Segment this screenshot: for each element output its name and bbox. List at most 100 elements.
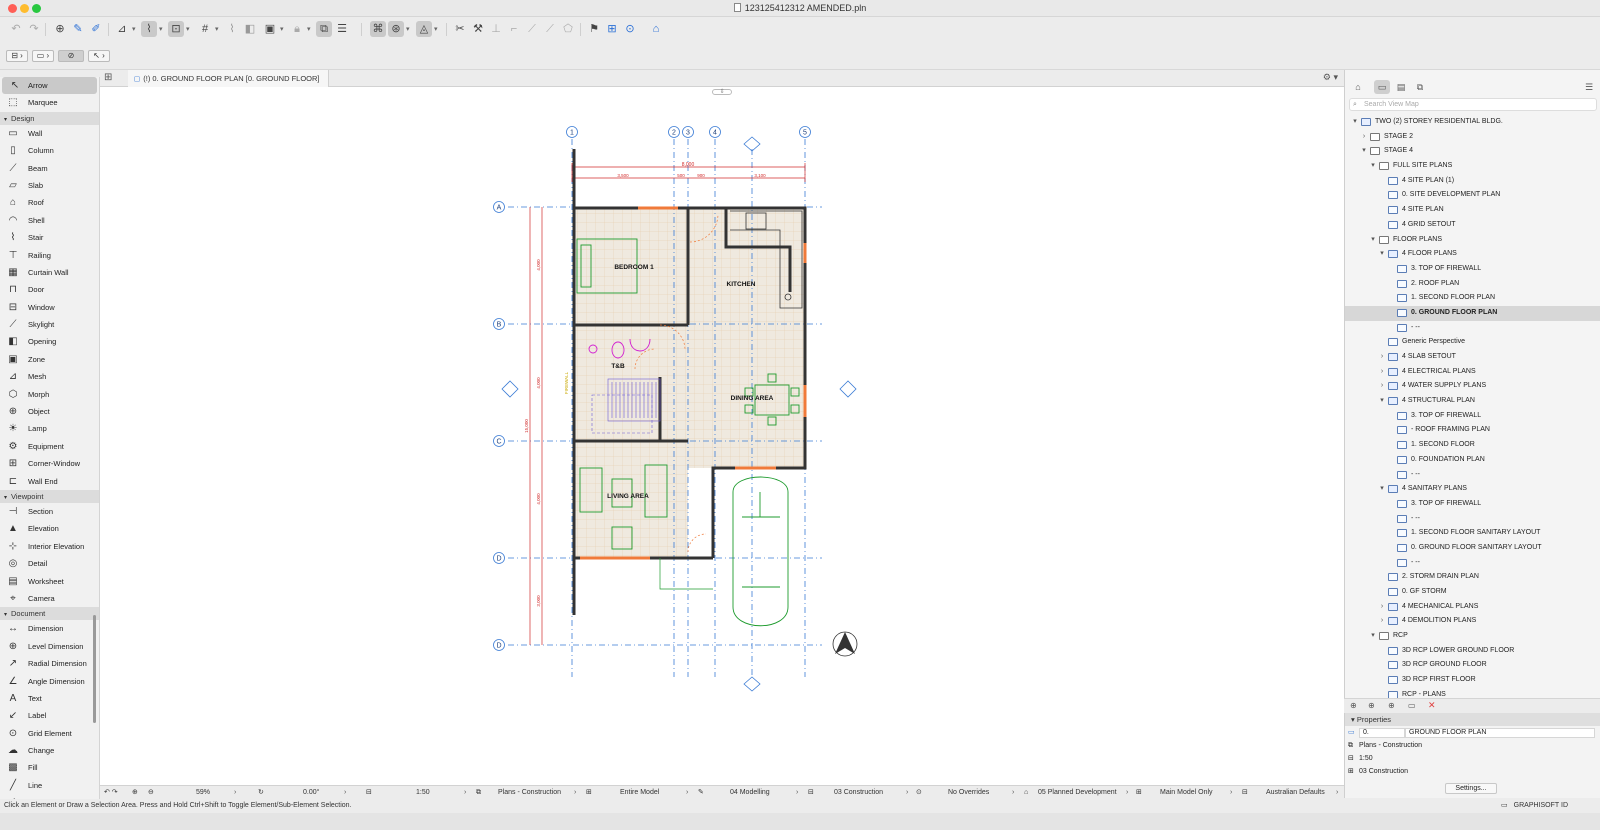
curtain-edit-icon[interactable]: ⟋ bbox=[542, 21, 558, 37]
toolbox-scrollbar[interactable] bbox=[93, 615, 96, 723]
flag-icon[interactable]: ⚑ bbox=[586, 21, 602, 37]
chevron-right-icon[interactable]: › bbox=[1378, 614, 1386, 629]
view-map-item[interactable]: 0. FOUNDATION PLAN bbox=[1345, 453, 1600, 468]
view-value[interactable]: Main Model Only bbox=[1160, 786, 1213, 800]
zoom-value[interactable]: 59% bbox=[196, 786, 210, 800]
view-map-item[interactable]: › 4 MECHANICAL PLANS bbox=[1345, 600, 1600, 615]
cursor-snap-dropdown-icon[interactable]: ▾ bbox=[186, 25, 190, 33]
3d-window-icon[interactable]: ⌂ bbox=[648, 21, 664, 37]
view-map-item[interactable]: - ROOF FRAMING PLAN bbox=[1345, 423, 1600, 438]
zoom-arrow-icon[interactable]: › bbox=[234, 786, 236, 800]
zoom-out-icon[interactable]: ⊖ bbox=[148, 786, 154, 800]
tool-column[interactable]: ▯ Column bbox=[0, 142, 99, 159]
lock-dropdown-icon[interactable]: ▾ bbox=[307, 25, 311, 33]
view-map-item[interactable]: 3. TOP OF FIREWALL bbox=[1345, 409, 1600, 424]
new-group-icon[interactable]: ▭ bbox=[1408, 701, 1416, 710]
view-map-item[interactable]: ▾ FLOOR PLANS bbox=[1345, 233, 1600, 248]
tool-shell[interactable]: ◠ Shell bbox=[0, 212, 99, 229]
model-value[interactable]: Entire Model bbox=[620, 786, 659, 800]
angle-arrow-icon[interactable]: › bbox=[344, 786, 346, 800]
dimension-arrow-icon[interactable]: › bbox=[1336, 786, 1338, 800]
view-map-icon[interactable]: ▭ bbox=[1374, 80, 1390, 94]
intersect-icon[interactable]: ⌘ bbox=[370, 21, 386, 37]
view-map-item[interactable]: 2. STORM DRAIN PLAN bbox=[1345, 570, 1600, 585]
chevron-right-icon[interactable]: › bbox=[1378, 600, 1386, 615]
layers-icon[interactable]: ☰ bbox=[334, 21, 350, 37]
tool-radial-dimension[interactable]: ↗ Radial Dimension bbox=[0, 655, 99, 672]
chevron-right-icon[interactable]: › bbox=[1378, 350, 1386, 365]
find-select-icon[interactable]: ⊙ bbox=[622, 21, 638, 37]
grid-snap-dropdown-icon[interactable]: ▾ bbox=[215, 25, 219, 33]
view-map-item[interactable]: › 4 WATER SUPPLY PLANS bbox=[1345, 379, 1600, 394]
chevron-down-icon[interactable]: ▾ bbox=[1369, 629, 1377, 644]
properties-layer-combo-row[interactable]: ⧉ Plans - Construction bbox=[1345, 739, 1600, 752]
layer-combo-value[interactable]: Plans - Construction bbox=[498, 786, 561, 800]
view-map-item[interactable]: 3D RCP LOWER GROUND FLOOR bbox=[1345, 644, 1600, 659]
cursor-snap-icon[interactable]: ⊡ bbox=[168, 21, 184, 37]
adjust-icon[interactable]: ⚒ bbox=[470, 21, 486, 37]
view-map-item[interactable]: 4 SITE PLAN (1) bbox=[1345, 174, 1600, 189]
pen-set-value[interactable]: 04 Modelling bbox=[730, 786, 770, 800]
split-icon[interactable]: ✂ bbox=[452, 21, 468, 37]
view-map-item[interactable]: 3D RCP FIRST FLOOR bbox=[1345, 673, 1600, 688]
view-map-item[interactable]: ▾ RCP bbox=[1345, 629, 1600, 644]
tool-fill[interactable]: ▩ Fill bbox=[0, 759, 99, 776]
view-map-item[interactable]: - -- bbox=[1345, 321, 1600, 336]
tool-door[interactable]: ⊓ Door bbox=[0, 281, 99, 298]
connect-icon[interactable]: ⊛ bbox=[388, 21, 404, 37]
pen-set-arrow-icon[interactable]: › bbox=[796, 786, 798, 800]
chevron-down-icon[interactable]: ▾ bbox=[1351, 115, 1359, 130]
snap-points-icon[interactable]: ⌇ bbox=[141, 21, 157, 37]
tool-camera[interactable]: ⌖ Camera bbox=[0, 590, 99, 607]
tool-change[interactable]: ☁ Change bbox=[0, 742, 99, 759]
geometry-method-button[interactable]: ⊟ › bbox=[6, 50, 28, 62]
view-map-item[interactable]: 0. GROUND FLOOR PLAN bbox=[1345, 305, 1600, 321]
view-map-item[interactable]: Generic Perspective bbox=[1345, 335, 1600, 350]
tool-wall-end[interactable]: ⊏ Wall End bbox=[0, 473, 99, 490]
view-map-item[interactable]: ▾ STAGE 4 bbox=[1345, 144, 1600, 159]
tab-bar-menu-icon[interactable]: ⊞ bbox=[104, 72, 118, 84]
floor-plan-canvas[interactable]: ⇕ 1 2 3 4 5 A B C D D BEDROOM 1 KITCHEN … bbox=[100, 87, 1344, 785]
view-map-item[interactable]: ▾ 4 FLOOR PLANS bbox=[1345, 247, 1600, 262]
view-map-item[interactable]: › 4 SLAB SETOUT bbox=[1345, 350, 1600, 365]
select-icon[interactable]: ◧ bbox=[242, 21, 258, 37]
tool-text[interactable]: A Text bbox=[0, 690, 99, 707]
layer-combo-arrow-icon[interactable]: › bbox=[574, 786, 576, 800]
view-map-item[interactable]: - -- bbox=[1345, 512, 1600, 527]
view-map-item[interactable]: 3D RCP GROUND FLOOR bbox=[1345, 658, 1600, 673]
tool-line[interactable]: ╱ Line bbox=[0, 777, 99, 794]
tool-skylight[interactable]: ⟋ Skylight bbox=[0, 316, 99, 333]
toolbox-section-viewpoint[interactable]: ▾ Viewpoint bbox=[0, 489, 99, 503]
delete-icon[interactable]: ✕ bbox=[1428, 700, 1436, 711]
overrides-arrow-icon[interactable]: › bbox=[1012, 786, 1014, 800]
chevron-down-icon[interactable]: ▾ bbox=[1378, 247, 1386, 262]
guide-lines-dropdown-icon[interactable]: ▾ bbox=[132, 25, 136, 33]
grid-snap-icon[interactable]: # bbox=[197, 21, 213, 37]
chevron-down-icon[interactable]: ▾ bbox=[1360, 144, 1368, 159]
tool-equipment[interactable]: ⚙ Equipment bbox=[0, 438, 99, 455]
overrides-value[interactable]: No Overrides bbox=[948, 786, 989, 800]
view-map-item[interactable]: 1. SECOND FLOOR PLAN bbox=[1345, 291, 1600, 306]
view-map-item[interactable]: - -- bbox=[1345, 556, 1600, 571]
marquee-mode-button[interactable]: ⊘ bbox=[58, 50, 84, 62]
toolbox-section-document[interactable]: ▾ Document bbox=[0, 607, 99, 621]
group-dropdown-icon[interactable]: ▾ bbox=[280, 25, 284, 33]
redo-icon[interactable]: ↷ bbox=[26, 21, 42, 37]
tool-stair[interactable]: ⌇ Stair bbox=[0, 229, 99, 246]
view-id-field[interactable]: 0. bbox=[1359, 728, 1405, 738]
trace-icon[interactable]: ⌇ bbox=[224, 21, 240, 37]
view-map-item[interactable]: 1. SECOND FLOOR SANITARY LAYOUT bbox=[1345, 526, 1600, 541]
properties-scale-row[interactable]: ⊟ 1:50 bbox=[1345, 752, 1600, 765]
tool-lamp[interactable]: ☀ Lamp bbox=[0, 420, 99, 437]
selection-method-button[interactable]: ▭ › bbox=[32, 50, 54, 62]
rotate-icon[interactable]: ↻ bbox=[258, 786, 264, 800]
scale-arrow-icon[interactable]: › bbox=[464, 786, 466, 800]
zoom-in-icon[interactable]: ⊕ bbox=[132, 786, 138, 800]
renovation-arrow-icon[interactable]: › bbox=[1126, 786, 1128, 800]
tab-ground-floor-plan[interactable]: ◻ (!) 0. GROUND FLOOR PLAN [0. GROUND FLO… bbox=[128, 70, 329, 87]
tool-section[interactable]: ⊣ Section bbox=[0, 503, 99, 520]
chevron-down-icon[interactable]: ▾ bbox=[1378, 394, 1386, 409]
model-arrow-icon[interactable]: › bbox=[686, 786, 688, 800]
tool-opening[interactable]: ◧ Opening bbox=[0, 333, 99, 350]
view-map-item[interactable]: › 4 ELECTRICAL PLANS bbox=[1345, 365, 1600, 380]
